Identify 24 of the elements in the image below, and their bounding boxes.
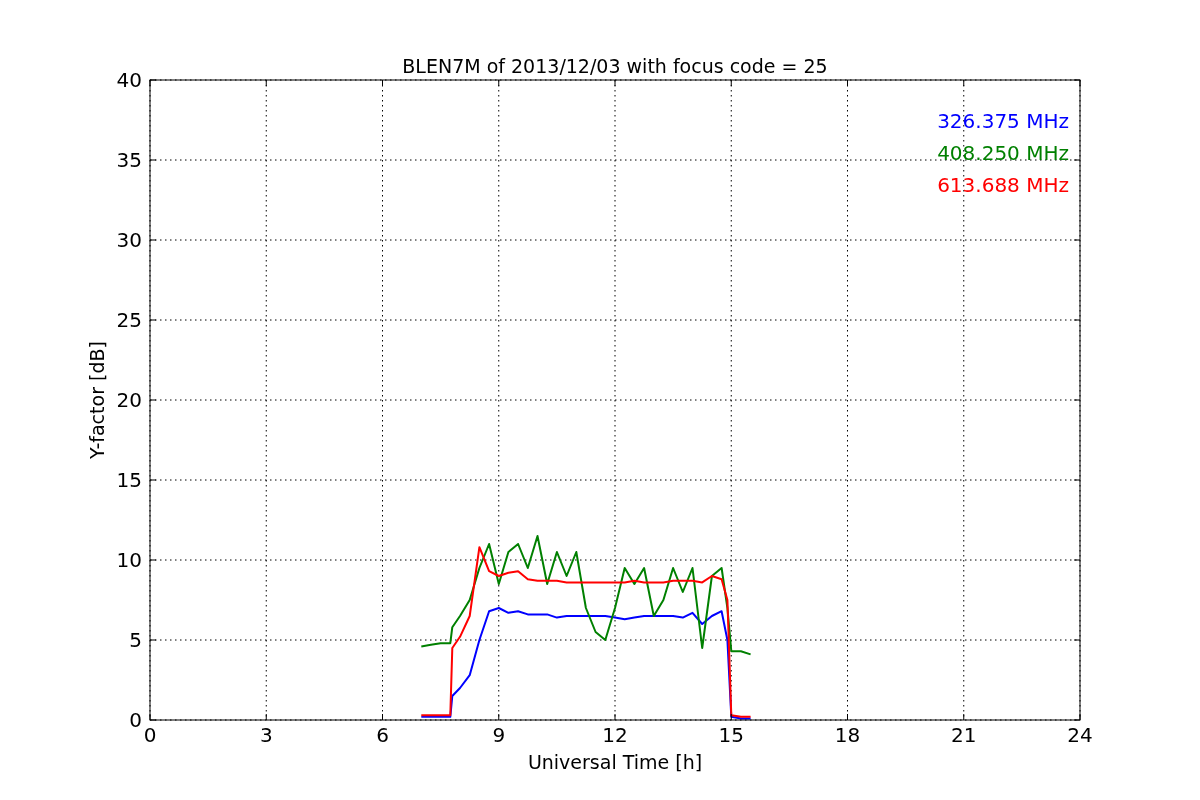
y-tick-label: 15 bbox=[116, 468, 142, 492]
y-tick-label: 10 bbox=[116, 548, 142, 572]
y-tick-label: 40 bbox=[116, 68, 142, 92]
x-tick-label: 0 bbox=[143, 723, 157, 747]
x-tick-label: 15 bbox=[718, 723, 744, 747]
x-axis-label: Universal Time [h] bbox=[527, 751, 703, 773]
legend-label: 408.250 MHz bbox=[937, 141, 1069, 165]
y-tick-label: 30 bbox=[116, 228, 142, 252]
x-tick-label: 21 bbox=[951, 723, 977, 747]
y-tick-label: 20 bbox=[116, 388, 142, 412]
x-tick-label: 9 bbox=[492, 723, 506, 747]
y-axis-label: Y-factor [dB] bbox=[86, 341, 108, 459]
y-tick-label: 5 bbox=[129, 628, 142, 652]
x-tick-label: 12 bbox=[602, 723, 628, 747]
y-tick-label: 35 bbox=[116, 148, 142, 172]
y-tick-label: 25 bbox=[116, 308, 142, 332]
x-tick-label: 18 bbox=[834, 723, 861, 747]
x-tick-label: 3 bbox=[259, 723, 273, 747]
chart-title: BLEN7M of 2013/12/03 with focus code = 25 bbox=[402, 55, 828, 77]
x-tick-label: 24 bbox=[1067, 723, 1093, 747]
y-tick-label: 0 bbox=[129, 708, 142, 732]
x-tick-label: 6 bbox=[376, 723, 389, 747]
legend-label: 326.375 MHz bbox=[937, 109, 1069, 133]
legend-label: 613.688 MHz bbox=[937, 173, 1069, 197]
